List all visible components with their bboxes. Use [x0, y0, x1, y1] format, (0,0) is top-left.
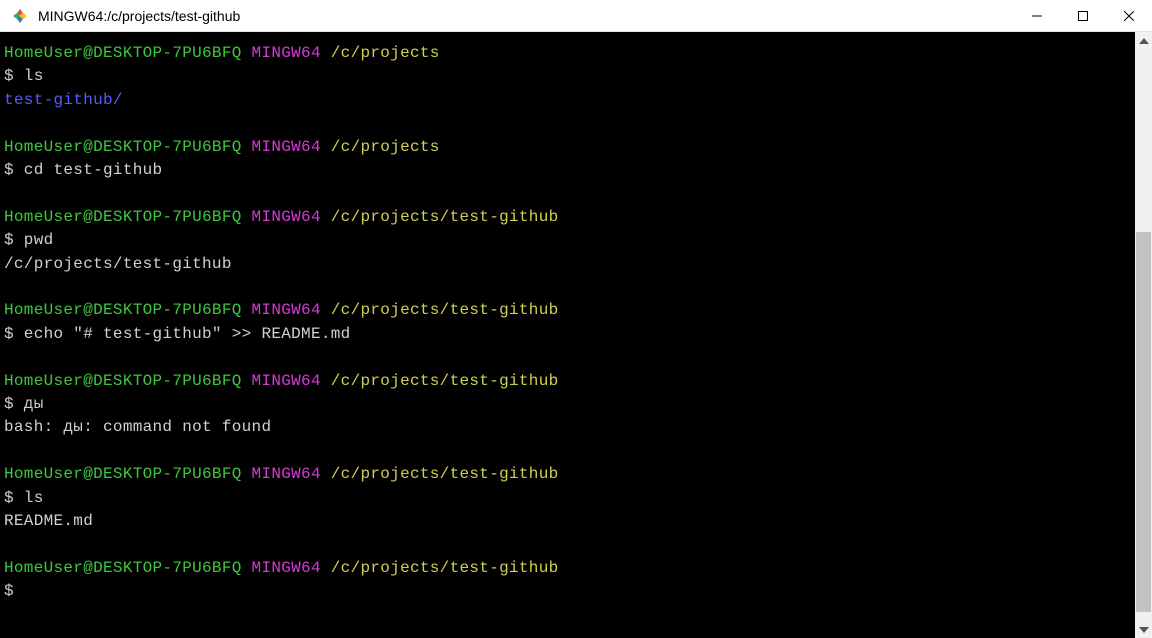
prompt-line: HomeUser@DESKTOP-7PU6BFQ MINGW64 /c/proj…: [4, 206, 1131, 229]
scroll-up-arrow[interactable]: [1135, 32, 1152, 49]
prompt-line: HomeUser@DESKTOP-7PU6BFQ MINGW64 /c/proj…: [4, 557, 1131, 580]
window-controls: [1014, 0, 1152, 31]
title-bar: MINGW64:/c/projects/test-github: [0, 0, 1152, 32]
scrollbar-thumb[interactable]: [1136, 232, 1151, 612]
scrollbar[interactable]: [1135, 32, 1152, 638]
terminal-output[interactable]: HomeUser@DESKTOP-7PU6BFQ MINGW64 /c/proj…: [0, 32, 1135, 638]
command-line: $ pwd: [4, 229, 1131, 252]
blank-line: [4, 440, 1131, 463]
window-title: MINGW64:/c/projects/test-github: [38, 8, 1014, 24]
prompt-line: HomeUser@DESKTOP-7PU6BFQ MINGW64 /c/proj…: [4, 463, 1131, 486]
scroll-down-arrow[interactable]: [1135, 621, 1152, 638]
blank-line: [4, 182, 1131, 205]
command-line: $ ды: [4, 393, 1131, 416]
close-button[interactable]: [1106, 0, 1152, 32]
prompt-line: HomeUser@DESKTOP-7PU6BFQ MINGW64 /c/proj…: [4, 299, 1131, 322]
output-line: README.md: [4, 510, 1131, 533]
maximize-button[interactable]: [1060, 0, 1106, 32]
blank-line: [4, 112, 1131, 135]
command-line: $ echo "# test-github" >> README.md: [4, 323, 1131, 346]
app-icon: [10, 6, 30, 26]
command-line: $ ls: [4, 65, 1131, 88]
blank-line: [4, 276, 1131, 299]
prompt-line: HomeUser@DESKTOP-7PU6BFQ MINGW64 /c/proj…: [4, 42, 1131, 65]
output-line: bash: ды: command not found: [4, 416, 1131, 439]
command-line: $ ls: [4, 487, 1131, 510]
command-line: $: [4, 580, 1131, 603]
minimize-button[interactable]: [1014, 0, 1060, 32]
output-line: test-github/: [4, 89, 1131, 112]
prompt-line: HomeUser@DESKTOP-7PU6BFQ MINGW64 /c/proj…: [4, 370, 1131, 393]
output-line: /c/projects/test-github: [4, 253, 1131, 276]
blank-line: [4, 346, 1131, 369]
command-line: $ cd test-github: [4, 159, 1131, 182]
blank-line: [4, 533, 1131, 556]
prompt-line: HomeUser@DESKTOP-7PU6BFQ MINGW64 /c/proj…: [4, 136, 1131, 159]
